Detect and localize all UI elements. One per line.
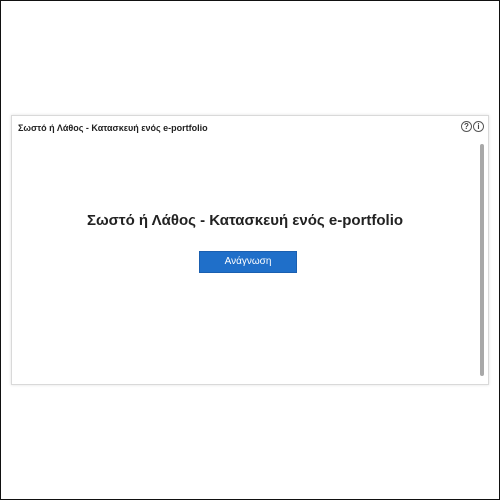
page-frame: Σωστό ή Λάθος - Κατασκευή ενός e-portfol…: [0, 0, 500, 500]
widget-header-icons: ? i: [461, 121, 484, 132]
help-icon[interactable]: ?: [461, 121, 472, 132]
read-button[interactable]: Ανάγνωση: [199, 251, 297, 273]
info-icon[interactable]: i: [473, 121, 484, 132]
widget-header-title: Σωστό ή Λάθος - Κατασκευή ενός e-portfol…: [18, 123, 208, 133]
scrollbar[interactable]: [480, 144, 484, 376]
activity-title: Σωστό ή Λάθος - Κατασκευή ενός e-portfol…: [86, 212, 404, 229]
embedded-activity-widget: Σωστό ή Λάθος - Κατασκευή ενός e-portfol…: [11, 115, 489, 385]
